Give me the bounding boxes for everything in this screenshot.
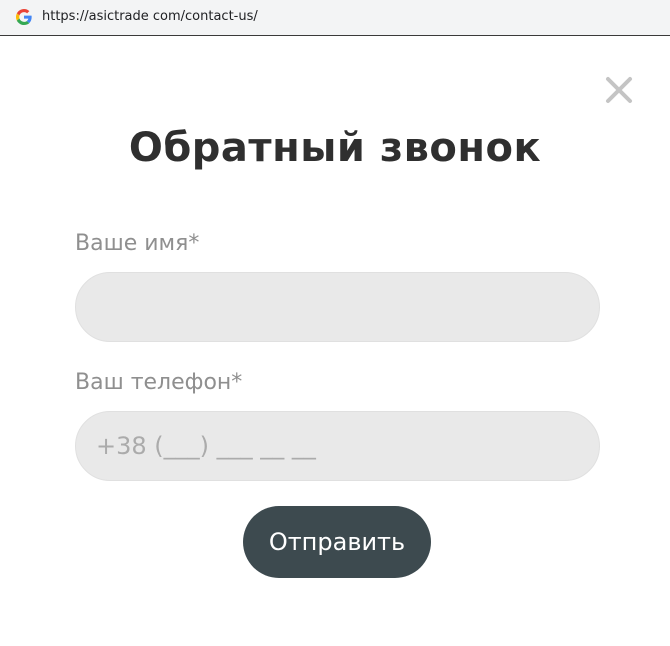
submit-button[interactable]: Отправить [243,506,431,578]
name-field[interactable] [75,272,600,342]
callback-modal: Обратный звонок Ваше имя* Ваш телефон* О… [0,37,670,646]
google-g-icon [16,9,32,25]
modal-title: Обратный звонок [128,125,542,171]
phone-field[interactable] [75,411,600,481]
browser-address-bar[interactable]: https://asictrade com/contact-us/ [0,0,670,36]
name-label: Ваше имя* [75,231,200,256]
url-text[interactable]: https://asictrade com/contact-us/ [42,9,258,24]
close-icon[interactable] [603,74,635,106]
phone-label: Ваш телефон* [75,370,243,395]
